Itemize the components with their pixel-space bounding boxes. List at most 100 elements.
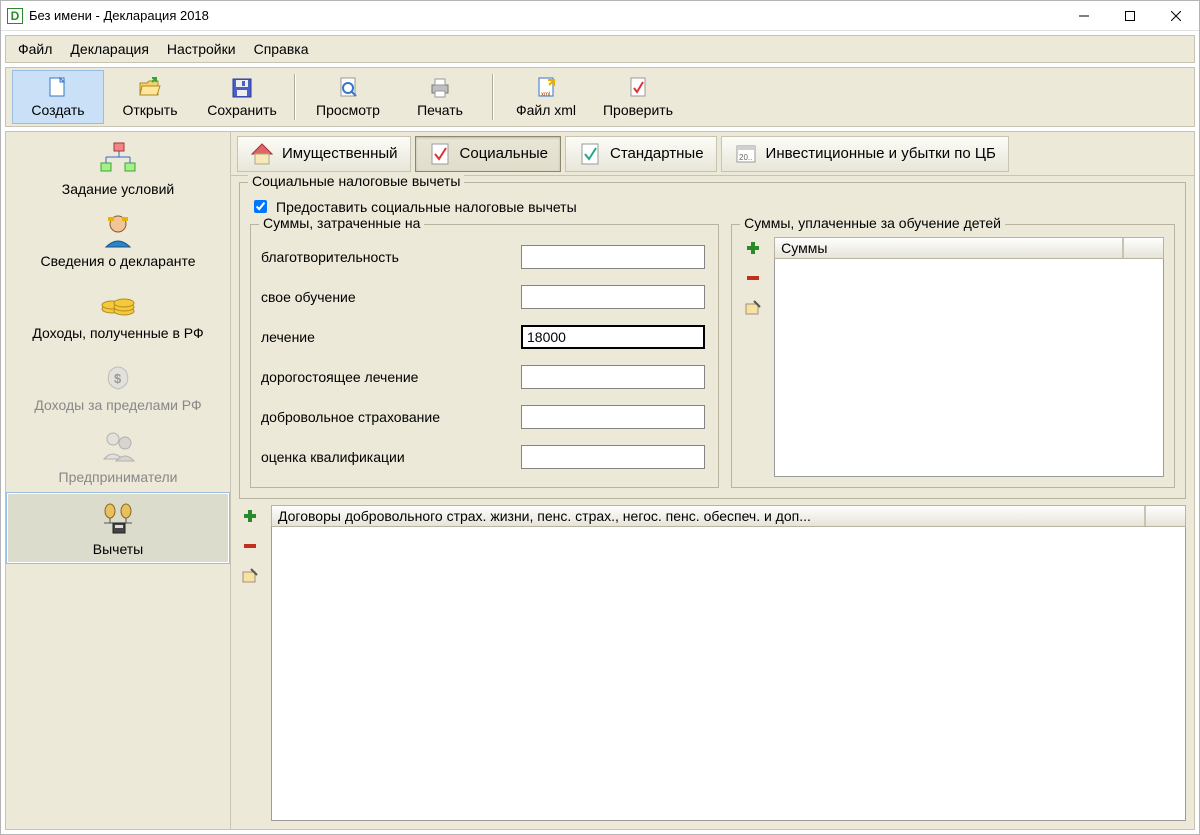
menubar: Файл Декларация Настройки Справка <box>5 35 1195 63</box>
list-tools <box>742 237 768 477</box>
svg-text:$: $ <box>114 371 122 386</box>
header-cell-empty[interactable] <box>1123 238 1163 258</box>
spent-legend: Суммы, затраченные на <box>259 215 424 231</box>
window-title: Без имени - Декларация 2018 <box>29 8 209 23</box>
close-button[interactable] <box>1153 1 1199 31</box>
label-treatment: лечение <box>261 329 521 345</box>
toolbar-xml-button[interactable]: xml Файл xml <box>500 70 592 124</box>
contracts-list-wrapper: Договоры добровольного страх. жизни, пен… <box>271 505 1186 821</box>
deductions-icon <box>98 501 138 537</box>
row-own-education: свое обучение <box>261 277 708 317</box>
plus-icon <box>745 240 761 256</box>
toolbar-check-button[interactable]: Проверить <box>592 70 684 124</box>
provide-checkbox[interactable] <box>254 200 267 213</box>
input-expensive-treatment[interactable] <box>521 365 705 389</box>
maximize-button[interactable] <box>1107 1 1153 31</box>
nav-declarant[interactable]: Сведения о декларанте <box>6 204 230 276</box>
toolbar-label: Файл xml <box>516 102 576 118</box>
house-icon <box>250 142 274 166</box>
maximize-icon <box>1125 11 1135 21</box>
input-own-education[interactable] <box>521 285 705 309</box>
menu-file[interactable]: Файл <box>12 39 58 59</box>
children-edu-list[interactable] <box>774 259 1164 477</box>
header-cell-empty[interactable] <box>1145 506 1185 526</box>
contracts-header-cell[interactable]: Договоры добровольного страх. жизни, пен… <box>272 506 1145 526</box>
calendar-icon: 20.. <box>734 142 758 166</box>
nav-label: Доходы, полученные в РФ <box>32 325 203 341</box>
row-expensive-treatment: дорогостоящее лечение <box>261 357 708 397</box>
tab-social[interactable]: Социальные <box>415 136 561 172</box>
row-voluntary-insurance: добровольное страхование <box>261 397 708 437</box>
svg-text:20..: 20.. <box>739 153 752 162</box>
body-area: Задание условий Сведения о декларанте До… <box>5 131 1195 830</box>
toolbar-separator <box>294 74 296 120</box>
xml-file-icon: xml <box>534 76 558 100</box>
edit-icon <box>242 568 258 584</box>
person-icon <box>98 213 138 249</box>
content-panel: Имущественный Социальные Стандартные 20.… <box>231 131 1195 830</box>
toolbar-create-button[interactable]: Создать <box>12 70 104 124</box>
tab-label: Стандартные <box>610 145 704 162</box>
menu-help[interactable]: Справка <box>248 39 315 59</box>
minus-icon <box>745 270 761 286</box>
check-icon <box>626 76 650 100</box>
menu-declaration[interactable]: Декларация <box>64 39 155 59</box>
window-controls <box>1061 1 1199 31</box>
contracts-list[interactable] <box>271 527 1186 821</box>
coins-icon <box>98 285 138 321</box>
money-bag-icon: $ <box>98 357 138 393</box>
close-icon <box>1171 11 1181 21</box>
left-nav: Задание условий Сведения о декларанте До… <box>5 131 231 830</box>
tabstrip: Имущественный Социальные Стандартные 20.… <box>231 132 1194 176</box>
provide-checkbox-row: Предоставить социальные налоговые вычеты <box>250 197 1175 216</box>
toolbar-save-button[interactable]: Сохранить <box>196 70 288 124</box>
input-charity[interactable] <box>521 245 705 269</box>
nav-deductions[interactable]: Вычеты <box>6 492 230 564</box>
children-edu-header: Суммы <box>774 237 1164 259</box>
input-voluntary-insurance[interactable] <box>521 405 705 429</box>
menu-settings[interactable]: Настройки <box>161 39 242 59</box>
people-icon <box>98 429 138 465</box>
contracts-tools <box>239 505 265 821</box>
add-button[interactable] <box>239 505 261 527</box>
nav-label: Вычеты <box>93 541 144 557</box>
edit-button[interactable] <box>239 565 261 587</box>
plus-icon <box>242 508 258 524</box>
save-icon <box>230 76 254 100</box>
nav-income-rf[interactable]: Доходы, полученные в РФ <box>6 276 230 348</box>
toolbar-open-button[interactable]: Открыть <box>104 70 196 124</box>
add-button[interactable] <box>742 237 764 259</box>
minimize-button[interactable] <box>1061 1 1107 31</box>
input-qualification[interactable] <box>521 445 705 469</box>
nav-label: Сведения о декларанте <box>40 253 195 269</box>
toolbar-print-button[interactable]: Печать <box>394 70 486 124</box>
toolbar-label: Сохранить <box>207 102 277 118</box>
label-own-education: свое обучение <box>261 289 521 305</box>
tab-standard[interactable]: Стандартные <box>565 136 717 172</box>
row-treatment: лечение <box>261 317 708 357</box>
tab-invest[interactable]: 20.. Инвестиционные и убытки по ЦБ <box>721 136 1009 172</box>
fieldset-spent: Суммы, затраченные на благотворительност… <box>250 224 719 488</box>
header-cell-sums[interactable]: Суммы <box>775 238 1123 258</box>
toolbar-preview-button[interactable]: Просмотр <box>302 70 394 124</box>
tab-label: Инвестиционные и убытки по ЦБ <box>766 145 996 162</box>
provide-label: Предоставить социальные налоговые вычеты <box>276 199 577 215</box>
label-qualification: оценка квалификации <box>261 449 521 465</box>
svg-text:xml: xml <box>541 92 550 98</box>
open-folder-icon <box>138 76 162 100</box>
row-qualification: оценка квалификации <box>261 437 708 477</box>
input-treatment[interactable] <box>521 325 705 349</box>
nav-conditions[interactable]: Задание условий <box>6 132 230 204</box>
titlebar: D Без имени - Декларация 2018 <box>1 1 1199 31</box>
print-icon <box>428 76 452 100</box>
nav-label: Задание условий <box>62 181 174 197</box>
remove-button[interactable] <box>239 535 261 557</box>
tab-property[interactable]: Имущественный <box>237 136 411 172</box>
toolbar-label: Печать <box>417 102 463 118</box>
label-voluntary-insurance: добровольное страхование <box>261 409 521 425</box>
edit-button[interactable] <box>742 297 764 319</box>
preview-icon <box>336 76 360 100</box>
remove-button[interactable] <box>742 267 764 289</box>
toolbar-label: Создать <box>31 102 84 118</box>
edit-icon <box>745 300 761 316</box>
